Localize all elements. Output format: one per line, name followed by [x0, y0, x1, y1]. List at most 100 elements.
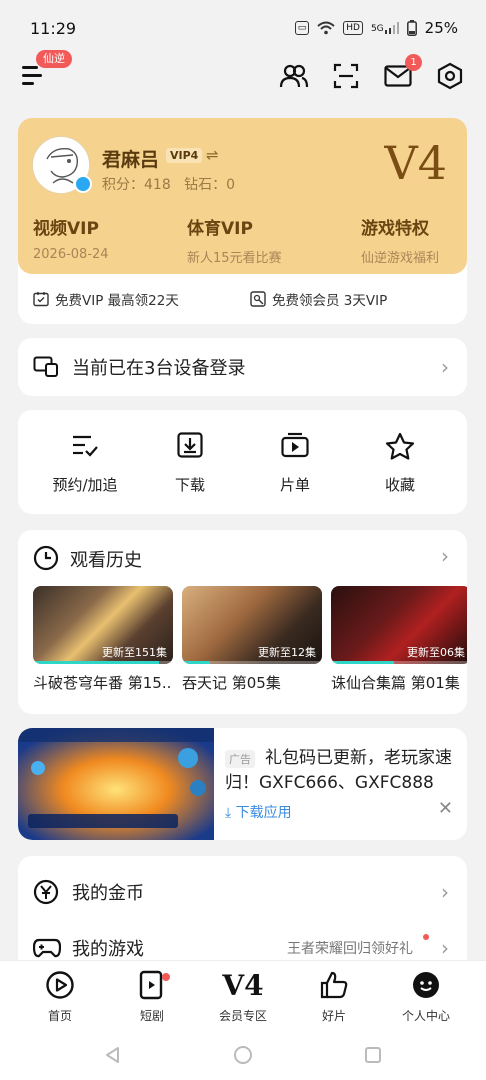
download-icon: [177, 432, 203, 458]
tab-label: 个人中心: [401, 1009, 450, 1023]
game-privilege-sub: 仙逆游戏福利: [361, 251, 440, 266]
history-progress: [33, 661, 159, 664]
sports-vip[interactable]: 体育VIP 新人15元看比赛: [187, 214, 282, 266]
download-small-icon: ⤓: [225, 805, 232, 821]
battery-icon: [406, 20, 417, 36]
mail-icon[interactable]: 1: [382, 54, 422, 92]
signal-icon: 5G: [371, 22, 399, 34]
history-thumb[interactable]: 更新至06集: [331, 586, 467, 664]
scan-icon[interactable]: [330, 60, 362, 92]
status-icons: ▭ HD 5G 25%: [294, 19, 458, 37]
tab-profile[interactable]: 个人中心: [386, 969, 466, 1024]
watch-history: 观看历史 › 更新至151集 斗破苍穹年番 第15... 更新至12集 吞天记 …: [18, 530, 467, 714]
star-icon: [385, 432, 415, 460]
action-reserve-label: 预约/加追: [52, 476, 118, 494]
username: 君麻吕: [102, 149, 160, 171]
menu-item-extra: 王者荣耀回归领好礼: [287, 941, 413, 957]
notification-dot: [162, 973, 170, 981]
notification-dot: [423, 934, 429, 940]
switch-account-icon[interactable]: ⇌: [206, 146, 219, 164]
menu-item-label: 我的金币: [72, 883, 144, 904]
ad-image[interactable]: [18, 728, 214, 840]
sports-vip-title: 体育VIP: [187, 219, 253, 239]
history-progress: [182, 661, 210, 664]
free-vip-promo[interactable]: 免费VIP 最高领22天: [33, 289, 179, 309]
action-favorite[interactable]: 收藏: [350, 432, 450, 495]
action-favorite-label: 收藏: [384, 476, 415, 494]
action-download[interactable]: 下载: [140, 432, 240, 495]
chevron-right-icon: ›: [441, 880, 449, 904]
short-video-icon: [139, 970, 163, 1000]
battery-level: 25%: [424, 19, 458, 37]
clock-icon: [33, 545, 59, 571]
devices-label: 当前已在3台设备登录: [72, 358, 246, 379]
devices-row[interactable]: 当前已在3台设备登录 ›: [18, 338, 467, 396]
vip-level-big: V4: [384, 136, 448, 190]
history-caption: 更新至06集: [407, 646, 465, 659]
gamepad-icon: [33, 938, 61, 958]
home-icon[interactable]: [233, 1045, 253, 1065]
home-play-icon: [46, 971, 74, 999]
free-vip-text: 免费VIP 最高领22天: [55, 293, 179, 309]
mail-badge: 1: [405, 54, 422, 71]
tab-vip[interactable]: V4 会员专区: [203, 969, 283, 1024]
coin-icon: [33, 879, 59, 905]
settings-icon[interactable]: [434, 60, 466, 92]
recents-icon[interactable]: [363, 1045, 383, 1065]
status-time: 11:29: [30, 18, 77, 38]
tab-shorts[interactable]: 短剧: [112, 969, 192, 1024]
calendar-check-icon: [33, 292, 49, 307]
menu-icon[interactable]: [22, 66, 44, 86]
menu-tag: 仙逆: [36, 50, 72, 68]
playlist-icon: [281, 432, 309, 458]
chevron-right-icon: ›: [441, 936, 449, 960]
history-progress: [331, 661, 394, 664]
action-playlist[interactable]: 片单: [245, 432, 345, 495]
tab-good-films[interactable]: 好片: [294, 969, 374, 1024]
video-vip[interactable]: 视频VIP 2026-08-24: [33, 214, 109, 262]
vip-card-header: 君麻吕 VIP4 ⇌ 积分：418 钻石：0 V4 视频VIP 2026-08-…: [18, 118, 467, 274]
verified-icon: [74, 175, 92, 193]
vip-card[interactable]: 君麻吕 VIP4 ⇌ 积分：418 钻石：0 V4 视频VIP 2026-08-…: [18, 118, 467, 324]
history-more-icon[interactable]: ›: [441, 544, 449, 568]
action-playlist-label: 片单: [279, 476, 310, 494]
tab-label: 好片: [321, 1009, 346, 1023]
ad-banner[interactable]: 广告 礼包码已更新，老玩家速归！GXFC666、GXFC888 ⤓ 下载应用 ✕: [18, 728, 467, 840]
tab-home[interactable]: 首页: [20, 969, 100, 1024]
member-card-icon: [250, 291, 266, 307]
friends-icon[interactable]: [278, 60, 310, 92]
status-bar: 11:29 ▭ HD 5G 25%: [0, 0, 486, 56]
menu-item-label: 我的游戏: [72, 939, 144, 960]
thumbs-up-icon: [320, 971, 348, 999]
score-line: 积分：418 钻石：0: [102, 177, 235, 193]
reserve-list-icon: [73, 435, 98, 457]
history-thumb[interactable]: 更新至151集: [33, 586, 173, 664]
wifi-icon: [317, 21, 335, 35]
ad-text: 礼包码已更新，老玩家速归！GXFC666、GXFC888: [225, 748, 452, 793]
menu-item-coins[interactable]: 我的金币 ›: [18, 864, 467, 920]
video-vip-title: 视频VIP: [33, 219, 99, 239]
profile-face-icon: [413, 972, 439, 998]
history-item-title[interactable]: 诛仙合集篇 第01集: [331, 672, 467, 693]
vip-promo-row: 免费VIP 最高领22天 免费领会员 3天VIP: [18, 274, 467, 324]
sports-vip-sub: 新人15元看比赛: [187, 251, 282, 266]
game-privilege-title: 游戏特权: [361, 219, 429, 239]
close-icon[interactable]: ✕: [438, 798, 453, 819]
tab-bar: 首页 短剧 V4 会员专区 好片 个人中心: [0, 960, 486, 1036]
tab-label: 首页: [47, 1009, 72, 1023]
history-caption: 更新至12集: [258, 646, 316, 659]
action-reserve[interactable]: 预约/加追: [35, 432, 135, 495]
vip-level-tag: VIP4: [166, 148, 203, 163]
top-nav: 仙逆 1: [0, 50, 486, 100]
ad-download-label: 下载应用: [235, 805, 292, 821]
ad-download-link[interactable]: ⤓ 下载应用: [225, 802, 292, 822]
free-member-text: 免费领会员 3天VIP: [272, 293, 388, 309]
history-item-title[interactable]: 吞天记 第05集: [182, 672, 322, 693]
history-item-title[interactable]: 斗破苍穹年番 第15...: [33, 672, 173, 693]
game-privilege[interactable]: 游戏特权 仙逆游戏福利: [361, 214, 439, 266]
action-download-label: 下载: [174, 476, 205, 494]
free-member-promo[interactable]: 免费领会员 3天VIP: [250, 289, 387, 309]
five-g-label: 5G: [370, 24, 384, 34]
history-thumb[interactable]: 更新至12集: [182, 586, 322, 664]
back-icon[interactable]: [103, 1045, 123, 1065]
